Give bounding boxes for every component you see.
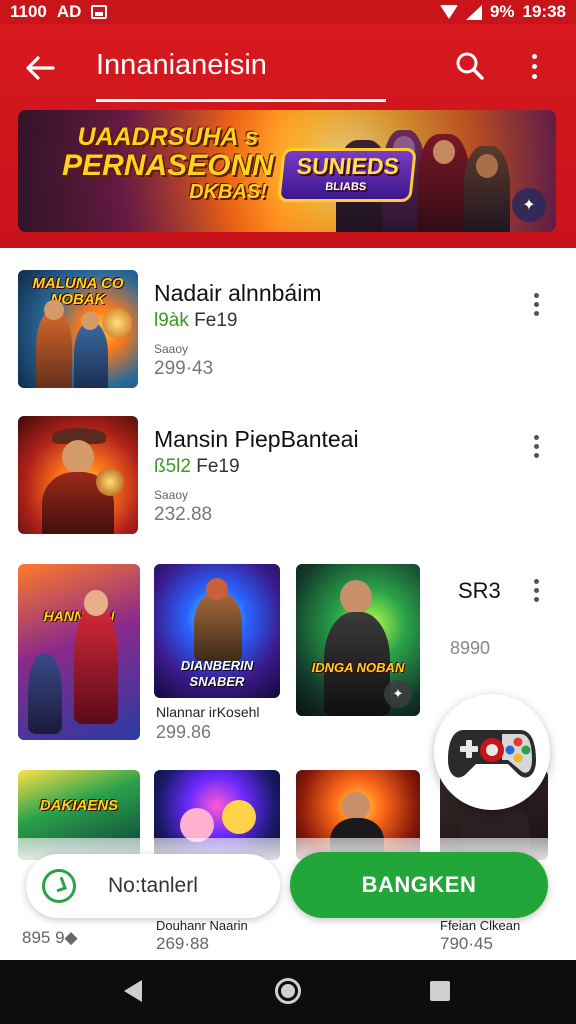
game-tile[interactable]: IDNGA NOBAN ✦ xyxy=(296,564,420,716)
item-label: Saaoy xyxy=(154,488,189,502)
banner-badge-icon: ✦ xyxy=(512,188,546,222)
title-field[interactable]: Innanianeisin xyxy=(96,40,386,102)
check-circle-icon xyxy=(42,869,76,903)
search-icon xyxy=(456,52,484,80)
item-more-button[interactable] xyxy=(526,284,546,324)
item-title: Mansin PiepBanteai xyxy=(154,426,359,452)
banner-line-3: DKBAS! xyxy=(189,180,267,203)
arrow-left-icon xyxy=(26,56,55,80)
status-app-glyph: AD xyxy=(56,2,82,21)
game-controller-button[interactable] xyxy=(434,694,550,810)
item-rating-value: l9àk xyxy=(154,310,189,331)
status-time-right: 19:38 xyxy=(522,2,566,21)
item-price: 232.88 xyxy=(154,504,213,525)
back-button[interactable] xyxy=(20,48,60,88)
strip-caption-mid: Douhanr Naarin xyxy=(156,918,248,933)
game-thumbnail: MALUNA CO NOBAK xyxy=(18,270,138,388)
item-rating: l9àk Fe19 xyxy=(154,310,237,332)
tile-caption: DIANBERIN SNABER xyxy=(180,658,254,689)
status-chip-label: No:tanlerl xyxy=(108,874,198,897)
list-item[interactable]: Mansin PiepBanteai ß5l2 Fe19 Saaoy 232.8… xyxy=(0,414,576,544)
game-tile[interactable]: DIANBERIN SNABER xyxy=(154,564,280,698)
thumbnail-caption: MALUNA CO NOBAK xyxy=(32,275,124,308)
status-bar: 1100 AD 9% 19:38 xyxy=(0,0,576,24)
banner-headline: UAADRSUHA s PERNASEONN DKBAS! xyxy=(38,124,298,203)
item-title: Nadair alnnbáim xyxy=(154,280,322,306)
tile-caption: IDNGA NOBAN xyxy=(311,660,405,675)
section-more-button[interactable] xyxy=(526,570,546,610)
banner-character xyxy=(418,134,470,232)
signal-icon xyxy=(465,4,482,20)
nav-recents-icon[interactable] xyxy=(430,981,450,1001)
strip-price-right: 790·45 xyxy=(440,934,493,953)
system-nav-bar xyxy=(0,960,576,1024)
strip-caption-right: Ffeian Clkean xyxy=(440,918,521,933)
game-thumbnail xyxy=(18,416,138,534)
bottom-action-bar: No:tanlerl BANGKEN xyxy=(0,838,576,922)
battery-level: 9% xyxy=(489,2,515,21)
tile-caption: DAKIAENS xyxy=(39,797,119,814)
primary-action-button[interactable]: BANGKEN xyxy=(290,852,548,918)
game-tile[interactable]: HANNDAN xyxy=(18,564,140,740)
nav-home-icon[interactable] xyxy=(275,978,301,1004)
strip-price-left: 895 9◆ xyxy=(22,928,78,947)
nav-back-icon[interactable] xyxy=(124,980,142,1002)
item-rating: ß5l2 Fe19 xyxy=(154,456,240,478)
page-title: Innanianeisin xyxy=(96,49,267,81)
banner-line-2: PERNASEONN xyxy=(62,149,274,183)
banner-character xyxy=(464,146,510,232)
grid-caption: Nlannar irKosehl xyxy=(156,704,260,720)
featured-banner[interactable]: UAADRSUHA s PERNASEONN DKBAS! SUNIEDS BL… xyxy=(18,110,556,232)
app-bar: Innanianeisin UAADRSUHA s PERNASEONN DKB… xyxy=(0,24,576,248)
item-rating-suffix: Fe19 xyxy=(196,456,240,477)
list-item[interactable]: MALUNA CO NOBAK Nadair alnnbáim l9àk Fe1… xyxy=(0,268,576,398)
wifi-icon xyxy=(439,5,458,19)
banner-game-logo: SUNIEDS BLIABS xyxy=(277,148,417,202)
banner-logo-subtext: BLIABS xyxy=(324,181,367,193)
overflow-menu-button[interactable] xyxy=(520,46,548,86)
image-notification-icon xyxy=(91,5,108,19)
title-underline xyxy=(96,99,386,102)
tile-badge-icon: ✦ xyxy=(384,680,412,708)
item-label: Saaoy xyxy=(154,342,189,356)
status-chip[interactable]: No:tanlerl xyxy=(26,854,280,918)
section-price: 8990 xyxy=(450,638,491,658)
banner-logo-text: SUNIEDS xyxy=(295,153,401,179)
section-label: SR3 xyxy=(458,578,501,603)
item-more-button[interactable] xyxy=(526,426,546,466)
item-rating-suffix: Fe19 xyxy=(194,310,238,331)
strip-price-mid: 269·88 xyxy=(156,934,209,953)
item-rating-value: ß5l2 xyxy=(154,456,191,477)
banner-line-1: UAADRSUHA s xyxy=(77,123,259,151)
search-button[interactable] xyxy=(450,46,490,86)
gamepad-icon xyxy=(448,730,536,778)
grid-price: 299.86 xyxy=(156,722,212,742)
status-time-left: 1100 xyxy=(10,2,47,21)
item-price: 299·43 xyxy=(154,358,214,379)
